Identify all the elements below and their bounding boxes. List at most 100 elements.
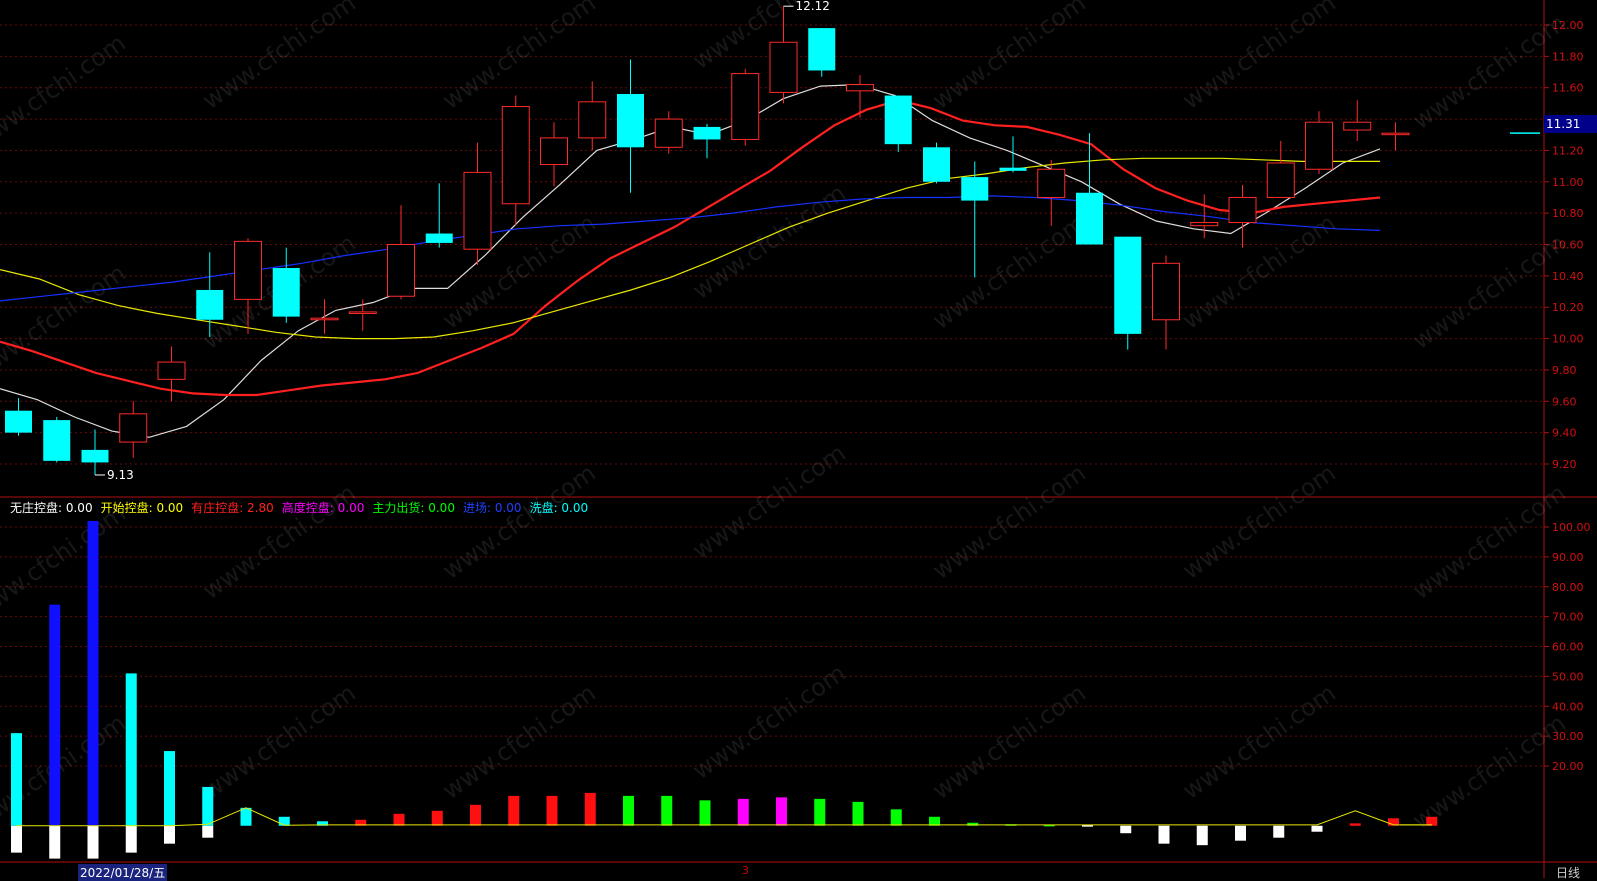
indicator-bar [431, 810, 443, 826]
watermark-text: www.cfchi.com [437, 0, 600, 115]
indicator-bar [125, 673, 137, 826]
y-tick-label: 60.00 [1552, 641, 1584, 654]
watermark-text: www.cfchi.com [927, 0, 1090, 115]
candle-body [196, 289, 224, 320]
axis-marker-label: 3 [742, 864, 749, 877]
watermark-text: www.cfchi.com [687, 179, 850, 305]
candle-body [846, 84, 874, 92]
candle-body [1190, 222, 1219, 227]
indicator-bar [1349, 823, 1361, 826]
legend-item-value: 0.00 [424, 501, 455, 515]
candle-body [234, 240, 262, 300]
watermark-text: www.cfchi.com [437, 679, 600, 805]
y-tick-label: 10.20 [1552, 301, 1584, 314]
candle-body [1152, 262, 1180, 321]
candle-body [731, 73, 760, 140]
candle-body [1114, 236, 1142, 334]
moving-average-line [0, 83, 1381, 438]
y-tick-label: 11.60 [1552, 82, 1584, 95]
y-tick-label: 9.80 [1552, 364, 1577, 377]
y-tick-label: 9.40 [1552, 427, 1577, 440]
y-tick-label: 10.80 [1552, 207, 1584, 220]
indicator-bar [278, 816, 290, 826]
indicator-bar [87, 521, 99, 826]
candle-body [769, 41, 798, 93]
candle-body [923, 147, 950, 182]
watermark-text: www.cfchi.com [0, 499, 131, 625]
legend-item-value: 2.80 [243, 501, 274, 515]
candle-body [463, 171, 492, 250]
indicator-bar [240, 807, 252, 826]
y-tick-label: 10.00 [1552, 333, 1584, 346]
crosshair-date-label: 2022/01/28/五 [78, 864, 168, 881]
y-tick-label: 20.00 [1552, 760, 1584, 773]
legend-item: 有庄控盘: 2.80 [191, 501, 274, 515]
low-marker-label: 9.13 [107, 468, 134, 482]
indicator-bar [125, 825, 137, 853]
candle-body [119, 413, 148, 443]
candle-body [501, 106, 530, 205]
indicator-bar [164, 751, 175, 826]
indicator-bar [1196, 825, 1208, 846]
candle-body [961, 177, 989, 201]
watermark-text: www.cfchi.com [687, 439, 850, 565]
indicator-bar [1311, 825, 1323, 832]
indicator-bar [661, 795, 673, 826]
indicator-bar [890, 809, 902, 826]
y-tick-label: 80.00 [1552, 581, 1584, 594]
indicator-bar [699, 800, 711, 826]
indicator-bar [11, 825, 22, 853]
legend-item-label: 主力出货: [372, 501, 425, 515]
y-tick-label: 50.00 [1552, 670, 1584, 683]
legend-item: 开始控盘: 0.00 [101, 501, 184, 515]
candle-body [157, 361, 186, 380]
candle-body [1076, 192, 1103, 245]
watermark-text: www.cfchi.com [1177, 459, 1340, 585]
legend-item: 洗盘: 0.00 [530, 501, 589, 515]
candle-body [693, 126, 721, 140]
legend-item-value: 0.00 [557, 501, 589, 515]
watermark-text: www.cfchi.com [1177, 0, 1340, 115]
candle-body [348, 311, 377, 314]
y-tick-label: 9.60 [1552, 395, 1577, 408]
indicator-bar [1235, 825, 1246, 841]
indicator-bar [49, 825, 61, 859]
legend-item: 主力出货: 0.00 [372, 501, 455, 515]
indicator-bar [393, 813, 405, 826]
candle-body [1037, 168, 1066, 198]
legend-item-label: 高度控盘: [281, 501, 334, 515]
indicator-bar [546, 795, 558, 826]
candle-body [1266, 162, 1295, 198]
candle-body [654, 118, 683, 148]
candle-body [617, 93, 644, 148]
candle-body [884, 95, 912, 145]
legend-item: 进场: 0.00 [463, 501, 522, 515]
candle-body [387, 244, 415, 297]
legend-item-value: 0.00 [62, 501, 93, 515]
candle-body [310, 317, 339, 321]
watermark-text: www.cfchi.com [927, 459, 1090, 585]
candle-body [1228, 196, 1257, 224]
watermark-text: www.cfchi.com [197, 679, 360, 805]
legend-item-label: 有庄控盘: [191, 501, 244, 515]
watermark-text: www.cfchi.com [1177, 679, 1340, 805]
moving-average-line [0, 99, 1381, 397]
candle-body [272, 268, 300, 317]
high-marker-label: 12.12 [796, 0, 830, 13]
candle-body [1305, 121, 1333, 170]
y-tick-label: 11.00 [1552, 176, 1584, 189]
indicator-bar [1120, 825, 1132, 834]
legend-item-label: 进场: [462, 501, 492, 515]
period-label[interactable]: 日线 [1556, 864, 1580, 881]
watermark-text: www.cfchi.com [197, 479, 360, 605]
candle-body [81, 449, 109, 463]
stock-chart[interactable]: 12.0011.8011.6011.4011.2011.0010.8010.60… [0, 0, 1597, 878]
candle-body [5, 410, 32, 433]
watermark-text: www.cfchi.com [1407, 709, 1570, 835]
legend-item-label: 洗盘: [529, 501, 558, 515]
watermark-text: www.cfchi.com [437, 459, 600, 585]
y-tick-label: 10.40 [1552, 270, 1584, 283]
y-tick-label: 70.00 [1552, 611, 1584, 624]
y-tick-label: 11.80 [1552, 50, 1584, 63]
indicator-line [16, 807, 1432, 827]
